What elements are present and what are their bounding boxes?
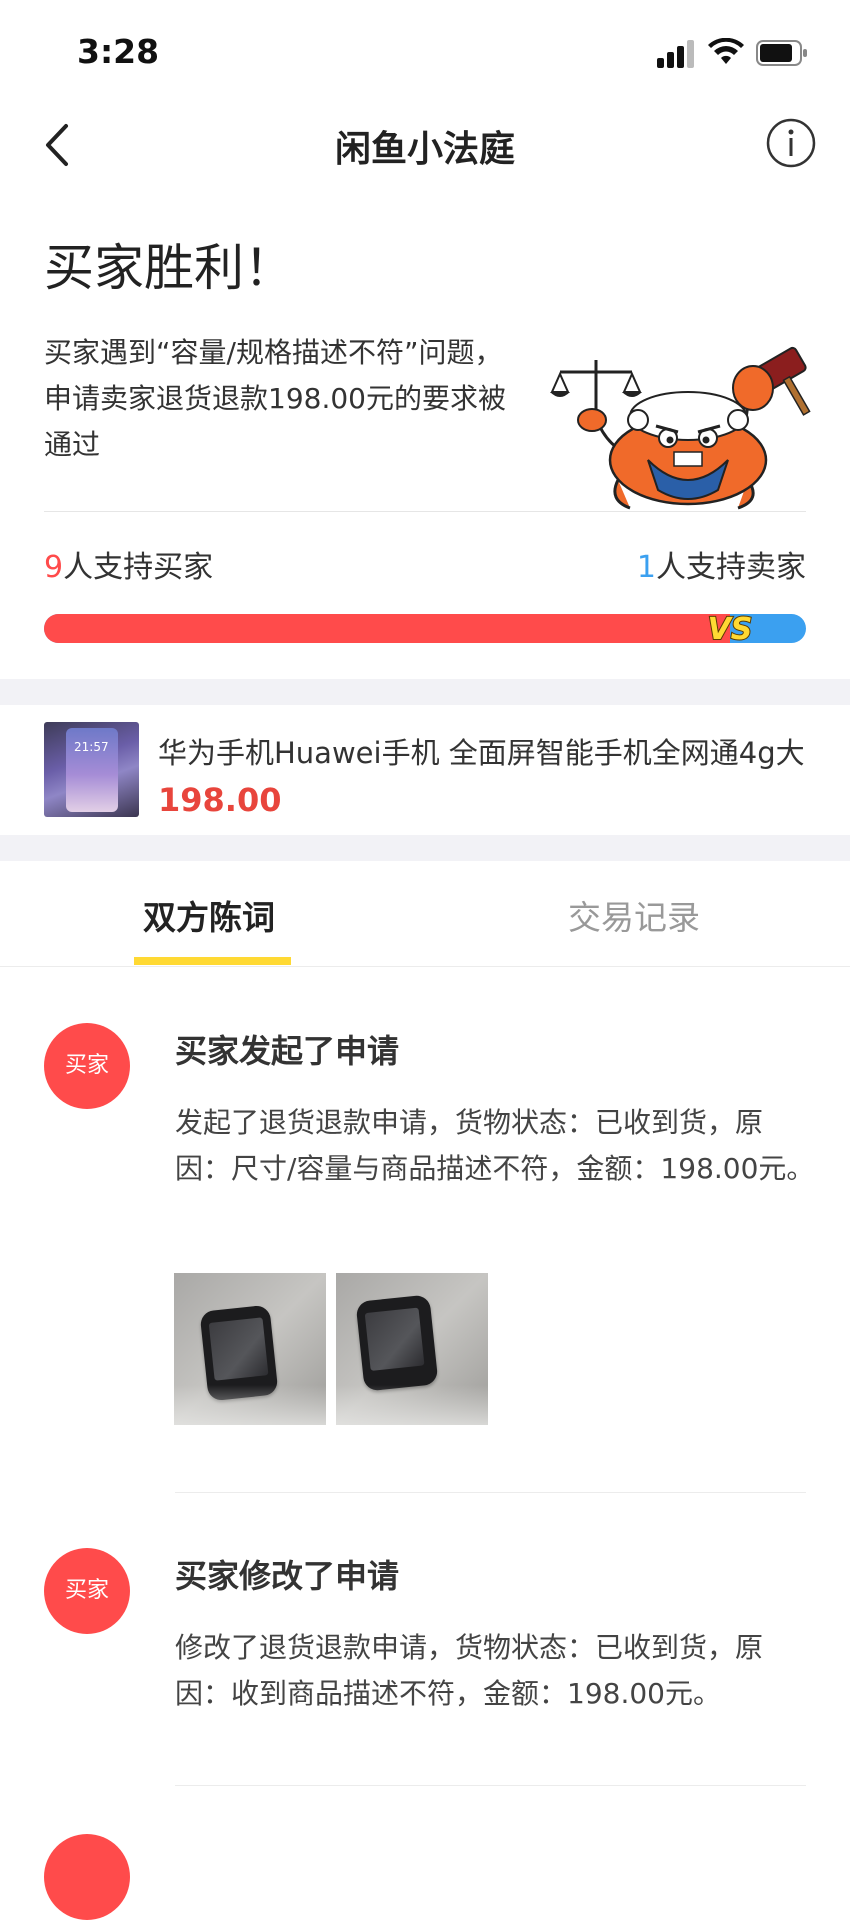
evidence-photo[interactable] xyxy=(336,1273,488,1425)
verdict-title: 买家胜利！ xyxy=(44,239,294,297)
product-card[interactable]: 21:57 华为手机Huawei手机 全面屏智能手机全网通4g大 198.00 xyxy=(0,705,850,835)
info-icon[interactable] xyxy=(765,117,817,169)
buyer-badge: 买家 xyxy=(44,1548,130,1634)
nav-bar: 闲鱼小法庭 xyxy=(0,100,850,190)
buyer-support-label: 人支持买家 xyxy=(63,550,214,585)
vote-ratio-bar: VS xyxy=(44,611,806,646)
vs-badge: VS xyxy=(706,611,753,646)
seller-support-label: 人支持卖家 xyxy=(656,550,806,585)
event-title: 买家发起了申请 xyxy=(175,1032,400,1070)
buyer-badge: 买家 xyxy=(44,1023,130,1109)
seller-support-count: 1 xyxy=(636,550,656,585)
buyer-vote-fill xyxy=(44,614,730,643)
page-title: 闲鱼小法庭 xyxy=(334,129,515,170)
section-gap xyxy=(0,835,850,861)
seller-support: 1人支持卖家 xyxy=(637,542,806,586)
buyer-support-count: 9 xyxy=(44,550,64,585)
judge-crab-mascot-icon xyxy=(550,346,811,510)
event-photos xyxy=(174,1273,514,1425)
vs-text: VS xyxy=(707,612,752,646)
event-description: 修改了退货退款申请，货物状态：已收到货，原因：收到商品描述不符，金额：198.0… xyxy=(175,1631,764,1710)
product-thumbnail[interactable]: 21:57 xyxy=(44,722,139,817)
tab-transaction-records[interactable]: 交易记录 xyxy=(568,891,700,939)
wifi-icon xyxy=(708,38,744,64)
phone-in-photo xyxy=(355,1294,439,1392)
thumbnail-clock: 21:57 xyxy=(74,740,109,754)
product-name: 华为手机Huawei手机 全面屏智能手机全网通4g大 xyxy=(158,736,805,770)
divider xyxy=(44,511,806,512)
support-counts: 9人支持买家 1人支持卖家 xyxy=(44,542,806,585)
divider xyxy=(175,1492,806,1493)
buyer-badge-partial xyxy=(44,1834,130,1920)
divider xyxy=(175,1785,806,1786)
tab-statements[interactable]: 双方陈词 xyxy=(143,891,275,939)
section-gap xyxy=(0,679,850,705)
evidence-photo[interactable] xyxy=(174,1273,326,1425)
cellular-signal-icon xyxy=(657,40,694,68)
product-price: 198.00 xyxy=(158,781,282,819)
battery-icon xyxy=(756,40,807,66)
active-tab-indicator xyxy=(134,957,291,965)
status-time: 3:28 xyxy=(77,32,160,71)
buyer-support: 9人支持买家 xyxy=(44,542,213,586)
tab-bar: 双方陈词 交易记录 xyxy=(0,861,850,967)
event-title: 买家修改了申请 xyxy=(175,1557,400,1595)
status-bar: 3:28 xyxy=(0,0,850,100)
event-description: 发起了退货退款申请，货物状态：已收到货，原因：尺寸/容量与商品描述不符，金额：1… xyxy=(175,1106,815,1185)
verdict-description: 买家遇到“容量/规格描述不符”问题，申请卖家退货退款198.00元的要求被通过 xyxy=(44,336,506,461)
